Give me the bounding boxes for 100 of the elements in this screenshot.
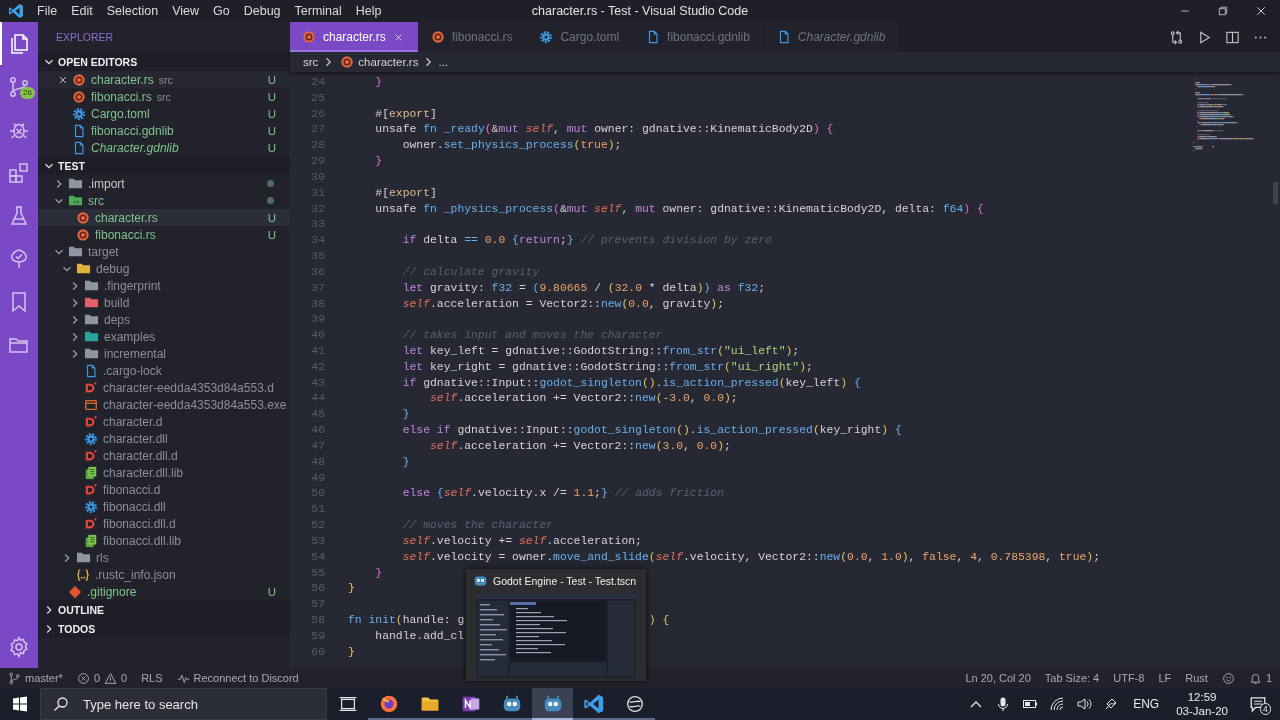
open-editor-row[interactable]: fibonacci.gdnlib U bbox=[38, 122, 290, 139]
start-menu-icon[interactable] bbox=[12, 696, 28, 712]
file-tree-row[interactable]: .rustc_info.json bbox=[38, 566, 290, 583]
wifi-icon[interactable] bbox=[1048, 696, 1065, 712]
breadcrumb-item[interactable]: character.rs bbox=[358, 56, 419, 68]
file-name: fibonacci.dll.lib bbox=[103, 533, 182, 548]
search-bar[interactable]: Type here to search bbox=[40, 688, 327, 720]
restore-icon[interactable] bbox=[1217, 5, 1229, 17]
indentation-status[interactable]: Tab Size: 4 bbox=[1044, 672, 1100, 684]
feedback-button[interactable] bbox=[1221, 671, 1235, 685]
file-name: debug bbox=[96, 261, 130, 276]
volume-icon[interactable] bbox=[1075, 696, 1092, 712]
file-tree-row[interactable]: target bbox=[38, 243, 290, 260]
settings-icon[interactable] bbox=[7, 634, 31, 659]
cursor-position[interactable]: Ln 20, Col 20 bbox=[965, 672, 1031, 684]
file-tree-row[interactable]: .gitignore U bbox=[38, 583, 290, 600]
file-tree-row[interactable]: character-eedda4353d84a553.d bbox=[38, 379, 290, 396]
file-tree-row[interactable]: fibonacci.dll bbox=[38, 498, 290, 515]
section-header[interactable]: OUTLINE bbox=[38, 600, 290, 619]
open-editor-row[interactable]: character.rs src U bbox=[38, 71, 290, 88]
line-number: 53 bbox=[310, 534, 325, 547]
file-tree-row[interactable]: .import bbox=[38, 175, 290, 192]
section-header[interactable]: TEST bbox=[38, 156, 290, 175]
branch-icon[interactable] bbox=[7, 74, 31, 99]
file-tree-row[interactable]: .cargo-lock bbox=[38, 362, 290, 379]
file-tree-row[interactable]: incremental bbox=[38, 345, 290, 362]
notifications-status[interactable]: 1 bbox=[1248, 671, 1272, 685]
discord-status[interactable]: Reconnect to Discord bbox=[176, 671, 299, 685]
file-tree-row[interactable]: character.dll.lib bbox=[38, 464, 290, 481]
file-tree-row[interactable]: fibonacci.rs U bbox=[38, 226, 290, 243]
window-icon bbox=[84, 397, 98, 412]
file-tree-row[interactable]: src bbox=[38, 192, 290, 209]
taskbar-app-button[interactable] bbox=[532, 688, 573, 720]
file-tree-row[interactable]: character.dll bbox=[38, 430, 290, 447]
menu-item[interactable]: File bbox=[30, 0, 65, 22]
scrollbar-thumb[interactable] bbox=[1273, 182, 1278, 204]
clock-time[interactable]: 12:59 bbox=[1187, 690, 1217, 704]
preview-title: Godot Engine - Test - Test.tscn bbox=[493, 574, 637, 587]
file-name: .fingerprint bbox=[104, 278, 161, 293]
line-number: 36 bbox=[310, 265, 325, 278]
code-line: unsafe fn _physics_process(&mut self, mut owner: gdnative::KinematicBody2D, delta: f64) { bbox=[374, 202, 984, 215]
menu-item[interactable]: Terminal bbox=[287, 0, 349, 22]
open-editor-row[interactable]: Cargo.toml U bbox=[38, 105, 290, 122]
file-tree-row[interactable]: character-eedda4353d84a553.exe bbox=[38, 396, 290, 413]
close-icon[interactable] bbox=[1255, 5, 1267, 17]
gear-icon bbox=[539, 30, 554, 44]
branch-status[interactable]: master* bbox=[8, 671, 63, 685]
line-ending-status[interactable]: LF bbox=[1158, 672, 1172, 684]
file-tree-row[interactable]: character.d bbox=[38, 413, 290, 430]
open-editor-row[interactable]: Character.gdnlib U bbox=[38, 139, 290, 156]
editor-tab[interactable]: character.rs bbox=[290, 22, 418, 52]
file-tree-row[interactable]: .fingerprint bbox=[38, 277, 290, 294]
file-tree-row[interactable]: character.rs U bbox=[38, 209, 290, 226]
language-server-status[interactable]: RLS bbox=[141, 672, 163, 684]
code-line: let key_left = gdnative::GodotString::from_str("ui_left"); bbox=[401, 345, 800, 357]
breadcrumb-item[interactable]: ... bbox=[438, 56, 448, 68]
code-line: self.velocity += self.acceleration; bbox=[401, 534, 642, 547]
file-tree-row[interactable]: debug bbox=[38, 260, 290, 277]
bell-icon bbox=[1248, 671, 1262, 685]
search-input[interactable]: Type here to search bbox=[81, 695, 315, 713]
file-tree-row[interactable]: deps bbox=[38, 311, 290, 328]
section-header[interactable]: OPEN EDITORS bbox=[38, 52, 290, 71]
file-name: incremental bbox=[104, 346, 167, 361]
file-name: fibonacci.rs bbox=[91, 89, 152, 104]
file-name: character-eedda4353d84a553.exe bbox=[103, 397, 287, 412]
section-header[interactable]: TODOS bbox=[38, 619, 290, 638]
input-language-button[interactable]: ENG bbox=[1124, 688, 1169, 720]
file-tree-row[interactable]: build bbox=[38, 294, 290, 311]
file-tree-row[interactable]: examples bbox=[38, 328, 290, 345]
menu-item[interactable]: Go bbox=[206, 0, 237, 22]
file-tree-row[interactable]: fibonacci.d bbox=[38, 481, 290, 498]
open-editor-row[interactable]: fibonacci.rs src U bbox=[38, 88, 290, 105]
file-name: character.rs bbox=[95, 210, 158, 225]
encoding-status[interactable]: UTF-8 bbox=[1113, 672, 1145, 684]
menu-item[interactable]: Selection bbox=[99, 0, 166, 22]
breadcrumb-item[interactable]: src bbox=[303, 56, 319, 68]
menu-item[interactable]: View bbox=[165, 0, 206, 22]
menu-item[interactable]: Edit bbox=[64, 0, 100, 22]
compare-changes-icon[interactable] bbox=[1168, 29, 1184, 45]
language-mode[interactable]: Rust bbox=[1185, 672, 1208, 684]
notification-icon[interactable] bbox=[1249, 695, 1267, 713]
split-editor-icon[interactable] bbox=[1224, 29, 1240, 45]
file-tree-row[interactable]: fibonacci.dll.lib bbox=[38, 532, 290, 549]
line-number: 34 bbox=[310, 234, 325, 247]
code-line: handle.add_cl bbox=[374, 629, 465, 642]
menu-item[interactable]: Help bbox=[348, 0, 389, 22]
file-tree-row[interactable]: rls bbox=[38, 549, 290, 566]
section-title: TODOS bbox=[58, 622, 96, 635]
problems-status[interactable]: 0 0 bbox=[76, 671, 128, 685]
file-tree-row[interactable]: character.dll.d bbox=[38, 447, 290, 464]
file-name: build bbox=[104, 295, 130, 310]
file-tree-row[interactable]: fibonacci.dll.d bbox=[38, 515, 290, 532]
file-name: fibonacci.d bbox=[103, 482, 161, 497]
extensions-icon[interactable] bbox=[7, 160, 31, 185]
folder-icon bbox=[84, 329, 99, 344]
clock-date[interactable]: 03-Jan-20 bbox=[1176, 704, 1228, 718]
window-preview-popup[interactable]: Godot Engine - Test - Test.tscn bbox=[466, 569, 646, 681]
file-name: character.rs bbox=[91, 72, 154, 87]
menu-item[interactable]: Debug bbox=[236, 0, 288, 22]
line-number: 45 bbox=[310, 408, 325, 421]
